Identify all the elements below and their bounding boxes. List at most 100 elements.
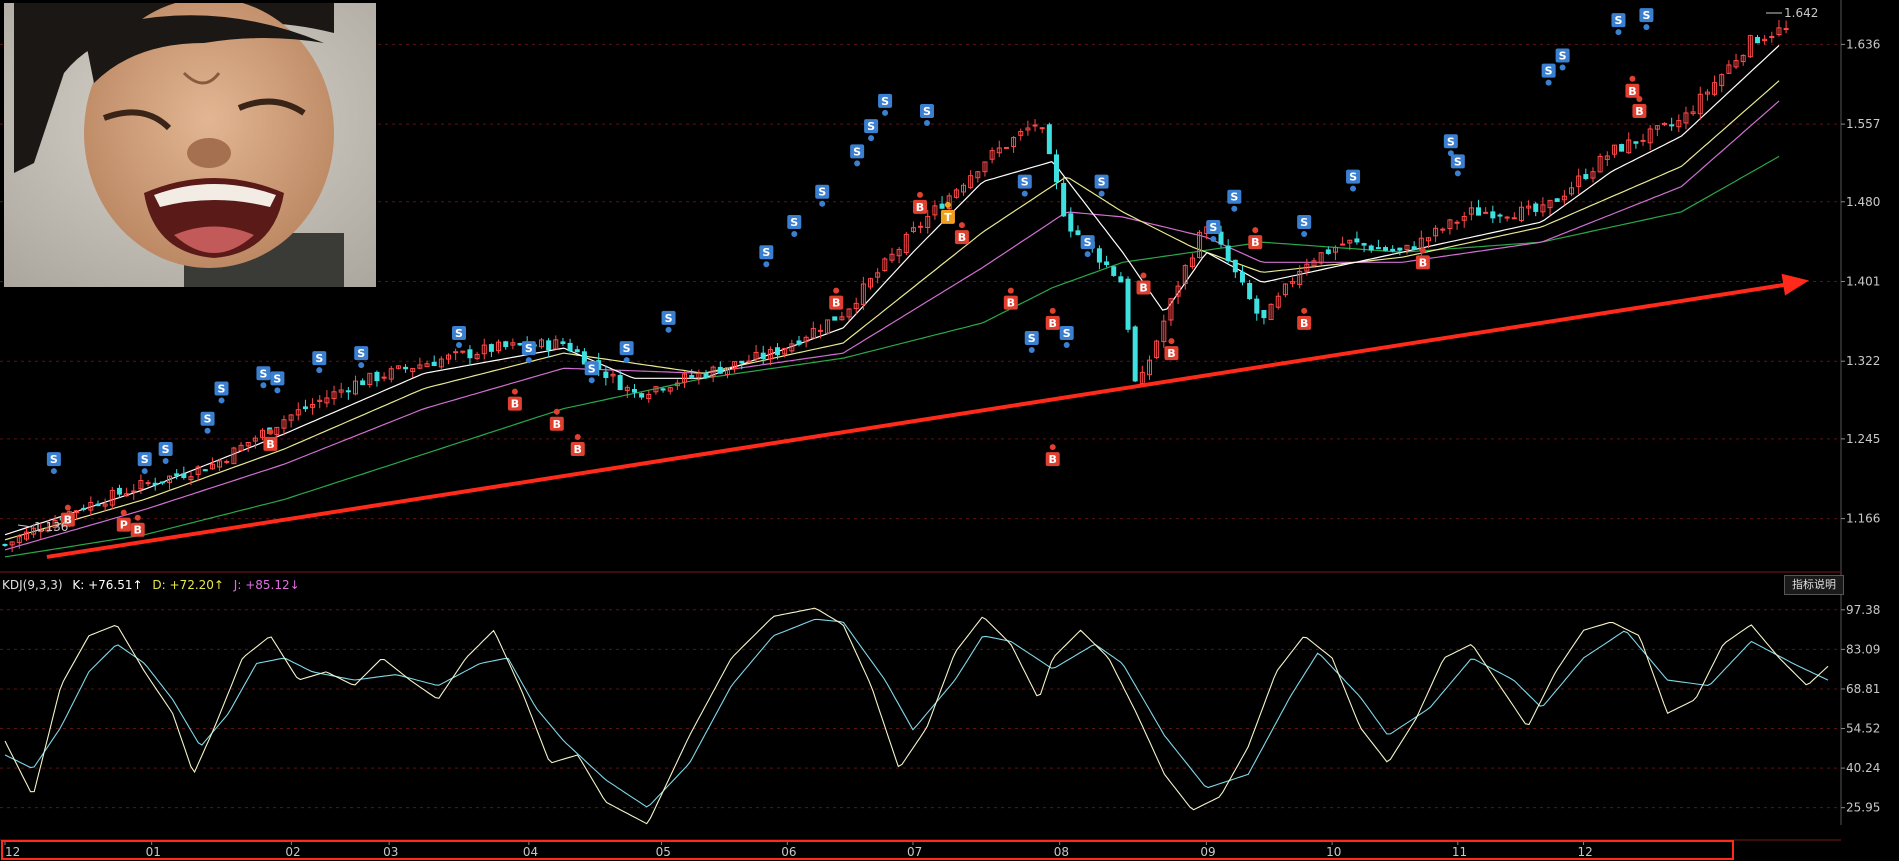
candle-body (1046, 124, 1052, 155)
kdj-lines (4, 607, 1829, 825)
candle-body (1340, 243, 1346, 246)
signal-dot (50, 468, 57, 475)
signal-label: B (1167, 347, 1175, 360)
indicator-explain-button[interactable]: 指标说明 (1784, 575, 1844, 595)
candle-body (431, 361, 437, 367)
candle-body (152, 482, 158, 486)
candle-body (574, 349, 580, 353)
signal-label: S (1230, 191, 1238, 204)
signal-dot (260, 382, 267, 389)
signal-label: T (944, 211, 952, 224)
candle-body (1254, 298, 1260, 314)
candle-body (560, 341, 566, 345)
x-tick-label: 10 (1326, 845, 1341, 859)
signal-label: S (1349, 171, 1357, 184)
reaction-photo (4, 3, 376, 287)
candle-body (1769, 36, 1775, 39)
signal-dot (1084, 251, 1091, 258)
kdj-k-value: K: +76.51↑ (72, 578, 142, 592)
candle-body (1053, 154, 1059, 183)
signal-label: S (1209, 221, 1217, 234)
candle-body (760, 352, 766, 359)
signal-dot (204, 427, 211, 434)
x-tick-label: 06 (781, 845, 796, 859)
signal-dot (274, 387, 281, 394)
candle-body (181, 473, 187, 479)
signal-label: B (1251, 236, 1259, 249)
candle-body (1554, 198, 1560, 202)
trend-arrow (46, 273, 1809, 559)
signal-label: S (141, 453, 149, 466)
kdj-title: KDJ(9,3,3) (2, 578, 63, 592)
signal-dot (1454, 170, 1461, 177)
signal-label: B (958, 231, 966, 244)
trend-arrow-head (1781, 273, 1809, 296)
kdj-d-value: D: +72.20↑ (152, 578, 224, 592)
candle-body (1669, 124, 1675, 127)
signal-dot (1210, 236, 1217, 243)
signal-label: S (762, 246, 770, 259)
kdj-tick-label: 97.38 (1846, 603, 1880, 617)
candle-body (1375, 247, 1381, 250)
signal-label: B (832, 297, 840, 310)
candle-body (503, 341, 509, 348)
signal-dot (1231, 205, 1238, 212)
signal-label: S (273, 372, 281, 385)
candle-body (1583, 174, 1589, 180)
signal-dot (958, 222, 965, 229)
signal-dot (763, 261, 770, 268)
candle-body (1039, 127, 1045, 130)
signal-label: S (790, 216, 798, 229)
signal-dot (833, 287, 840, 294)
price-tick-label: 1.245 (1846, 432, 1880, 446)
signal-label: B (553, 418, 561, 431)
signal-label: S (1447, 135, 1455, 148)
signal-dot (882, 109, 889, 116)
candle-body (1511, 217, 1517, 220)
signal-label: B (1139, 282, 1147, 295)
signal-label: S (50, 453, 58, 466)
x-tick-label: 07 (907, 845, 922, 859)
signal-dot (141, 468, 148, 475)
candle-body (1361, 243, 1367, 246)
signal-label: S (1454, 155, 1462, 168)
signal-label: S (1545, 65, 1553, 78)
candle-body (1490, 211, 1496, 219)
candle-body (1633, 141, 1639, 144)
kdj-tick-label: 54.52 (1846, 722, 1880, 736)
x-tick-label: 05 (656, 845, 671, 859)
signal-dot (1636, 95, 1643, 102)
signal-label: S (665, 312, 673, 325)
signal-label: B (511, 398, 519, 411)
candle-body (1125, 278, 1131, 330)
svg-text:KDJ(9,3,3) K: +76.51↑: KDJ(9,3,3) K: +76.51↑ D: +72.20↑ J: +85.… (2, 578, 300, 592)
signal-dot (1007, 287, 1014, 294)
candle-body (1619, 144, 1625, 152)
candle-body (159, 481, 165, 484)
signal-label: B (1635, 105, 1643, 118)
signal-dot (623, 357, 630, 364)
signal-dot (1643, 24, 1650, 31)
candle-body (403, 366, 409, 370)
candle-body (1118, 276, 1124, 283)
signal-label: S (1642, 9, 1650, 22)
signal-dot (64, 504, 71, 511)
candle-body (1061, 182, 1067, 217)
candle-body (453, 351, 459, 354)
signal-label: S (923, 105, 931, 118)
candle-body (488, 344, 494, 352)
signal-dot (791, 230, 798, 237)
kdj-j-value: J: +85.12↓ (233, 578, 300, 592)
candle-body (1032, 124, 1038, 127)
signal-label: B (574, 443, 582, 456)
signal-dot (1021, 190, 1028, 197)
signal-label: S (818, 186, 826, 199)
kdj-k-line (4, 607, 1829, 825)
signal-label: S (1063, 327, 1071, 340)
candle-body (1483, 211, 1489, 214)
candle-body (1325, 249, 1331, 254)
signal-dot (1545, 79, 1552, 86)
x-axis-ticks: 12 01 02 03 04 05 06 07 08 09 10 11 12 (4, 840, 1593, 859)
signal-label: S (1084, 236, 1092, 249)
candle-body (145, 482, 151, 485)
